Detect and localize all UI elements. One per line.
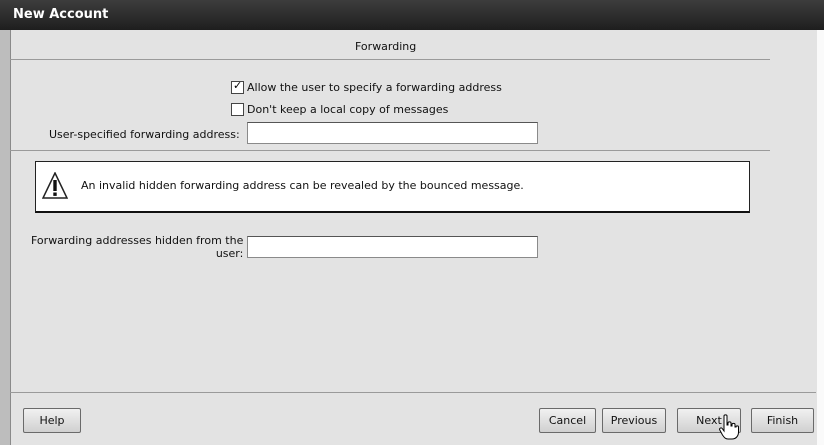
hidden-forwarding-input[interactable] <box>247 236 538 258</box>
section-divider <box>10 59 770 60</box>
left-border <box>0 30 10 445</box>
right-border <box>817 30 824 445</box>
user-forwarding-label: User-specified forwarding address: <box>49 128 240 141</box>
checkmark-icon: ✓ <box>233 79 243 92</box>
title-bar: New Account <box>0 0 824 30</box>
allow-forwarding-checkbox[interactable]: ✓ <box>231 79 244 94</box>
window-title: New Account <box>13 7 109 22</box>
hidden-forwarding-label: Forwarding addresses hidden from the use… <box>31 234 243 260</box>
hand-cursor-icon <box>719 414 739 440</box>
warning-box: An invalid hidden forwarding address can… <box>35 161 750 213</box>
allow-forwarding-label: Allow the user to specify a forwarding a… <box>247 81 502 94</box>
help-button[interactable]: Help <box>23 408 81 433</box>
no-local-copy-checkbox[interactable] <box>231 103 244 116</box>
warning-message: An invalid hidden forwarding address can… <box>81 179 524 192</box>
previous-button[interactable]: Previous <box>602 408 666 433</box>
section-title: Forwarding <box>355 40 417 53</box>
user-forwarding-input[interactable] <box>247 122 538 144</box>
warning-icon <box>42 172 68 199</box>
no-local-copy-label: Don't keep a local copy of messages <box>247 103 449 116</box>
hidden-forwarding-label-line1: Forwarding addresses hidden from the <box>31 234 244 247</box>
hidden-forwarding-label-line2: user: <box>215 247 244 260</box>
new-account-dialog: New Account Forwarding ✓ Allow the user … <box>0 0 824 445</box>
footer-divider <box>10 392 816 393</box>
finish-button[interactable]: Finish <box>751 408 814 433</box>
cancel-button[interactable]: Cancel <box>539 408 596 433</box>
divider <box>10 150 770 151</box>
